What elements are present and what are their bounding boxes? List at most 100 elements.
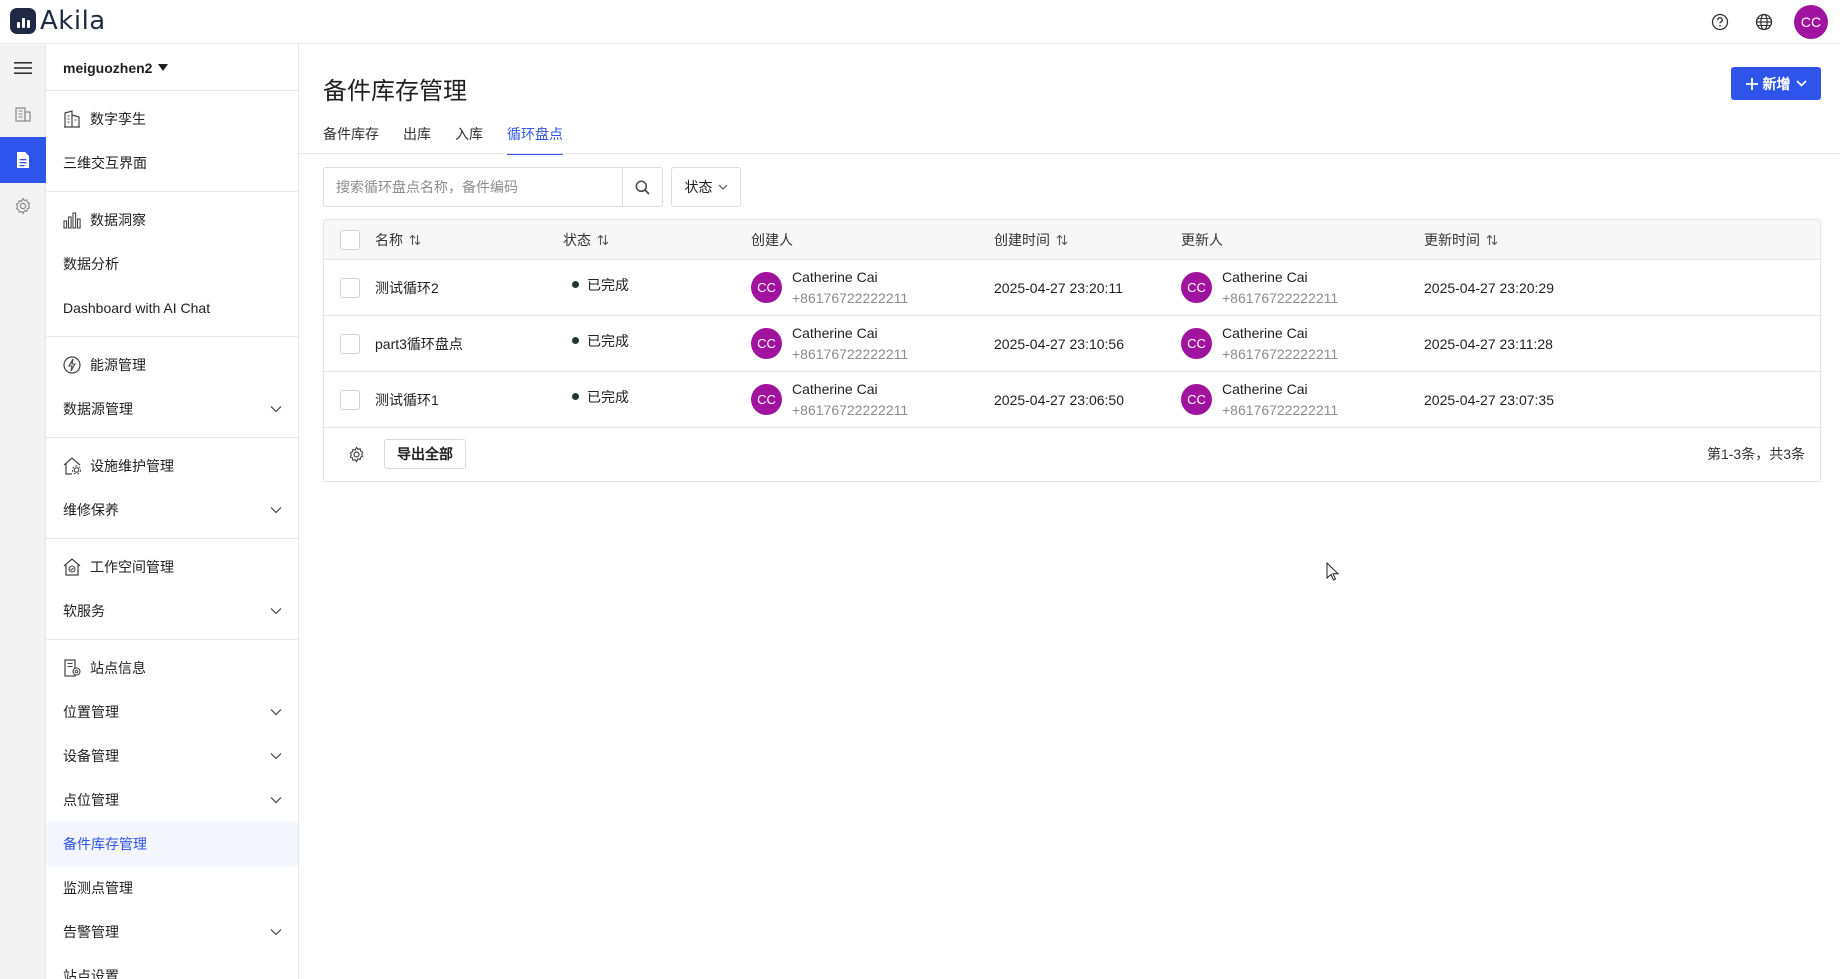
add-new-label: 新增 [1762,75,1791,92]
row-name[interactable]: part3循环盘点 [375,316,463,371]
nav-group-site-info: 站点信息 位置管理 设备管理 点位管理 备件库存管理 监测点管理 告警管理 站点… [46,640,298,979]
nav-group-facility: 设施维护管理 维修保养 [46,438,298,539]
sidebar-item-data-source[interactable]: 数据源管理 [46,387,298,431]
row-updater: CC Catherine Cai +86176722222211 [1181,316,1338,371]
column-label: 创建人 [751,231,793,248]
search-button[interactable] [622,168,662,206]
icon-rail [0,45,46,979]
chevron-down-icon [270,406,282,413]
page-title: 备件库存管理 [323,78,467,105]
table-header: 名称 状态 创建人 创建时间 更新人 更新时间 [324,220,1820,260]
nav-group-data-insight: 数据洞察 数据分析 Dashboard with AI Chat [46,192,298,337]
group-head-label: 能源管理 [90,357,146,373]
sort-icon [409,234,421,245]
column-label: 更新时间 [1424,231,1480,248]
table-row[interactable]: 测试循环1 已完成 CC Catherine Cai +86176722222211… [324,372,1820,428]
group-head-digital-twin[interactable]: 数字孪生 [46,97,298,141]
add-new-button[interactable]: 新增 [1731,67,1821,100]
group-head-facility[interactable]: 设施维护管理 [46,444,298,488]
group-head-workspace[interactable]: 工作空间管理 [46,545,298,589]
column-label: 更新人 [1181,231,1223,248]
status-text: 已完成 [587,388,629,405]
group-head-label: 数字孪生 [90,111,146,127]
status-filter-dropdown[interactable]: 状态 [671,167,741,207]
column-created-time[interactable]: 创建时间 [994,220,1068,259]
user-avatar[interactable]: CC [1794,5,1828,39]
nav-group-energy: 能源管理 数据源管理 [46,337,298,438]
sidebar-item-dashboard-ai-chat[interactable]: Dashboard with AI Chat [46,286,298,330]
group-head-energy[interactable]: 能源管理 [46,343,298,387]
chevron-down-icon [270,709,282,716]
row-creator: CC Catherine Cai +86176722222211 [751,260,908,315]
chevron-down-icon [270,507,282,514]
column-creator: 创建人 [751,220,793,259]
tab-spare-inventory[interactable]: 备件库存 [323,124,379,155]
table-row[interactable]: 测试循环2 已完成 CC Catherine Cai +86176722222211… [324,260,1820,316]
sidebar-item-3d-interface[interactable]: 三维交互界面 [46,141,298,185]
sidebar-item-maintenance[interactable]: 维修保养 [46,488,298,532]
status-dot [572,393,579,400]
chevron-down-icon [270,753,282,760]
column-status[interactable]: 状态 [563,220,609,259]
creator-name: Catherine Cai [792,324,878,341]
sidebar-item-location[interactable]: 位置管理 [46,690,298,734]
bar-chart-icon [63,212,81,229]
site-document-icon[interactable] [0,137,46,183]
row-name[interactable]: 测试循环2 [375,260,439,315]
tab-cycle-count[interactable]: 循环盘点 [507,124,563,155]
sidebar-item-spare-parts[interactable]: 备件库存管理 [46,822,298,866]
sidebar-item-monitoring[interactable]: 监测点管理 [46,866,298,910]
tab-outbound[interactable]: 出库 [403,124,431,155]
menu-toggle-icon[interactable] [0,45,46,91]
search-input[interactable] [324,168,622,206]
column-updater: 更新人 [1181,220,1223,259]
globe-icon[interactable] [1742,0,1786,44]
avatar: CC [751,272,782,303]
avatar: CC [751,328,782,359]
sidebar-item-label: 数据源管理 [63,401,133,417]
creator-name: Catherine Cai [792,268,878,285]
group-head-data-insight[interactable]: 数据洞察 [46,198,298,242]
tab-inbound[interactable]: 入库 [455,124,483,155]
sidebar-item-alarms[interactable]: 告警管理 [46,910,298,954]
group-head-label: 数据洞察 [90,212,146,228]
row-checkbox[interactable] [340,333,360,354]
creator-phone: +86176722222211 [792,345,909,362]
select-all-checkbox[interactable] [340,229,360,250]
status-text: 已完成 [587,276,629,293]
group-head-site-info[interactable]: 站点信息 [46,646,298,690]
row-updater: CC Catherine Cai +86176722222211 [1181,260,1338,315]
sidebar-item-data-analysis[interactable]: 数据分析 [46,242,298,286]
sidebar-item-label: 数据分析 [63,256,119,272]
group-head-label: 站点信息 [90,660,146,676]
logo[interactable]: Akila [10,6,106,36]
sidebar-item-site-settings[interactable]: 站点设置 [46,954,298,979]
help-icon[interactable] [1698,0,1742,44]
column-name[interactable]: 名称 [375,220,421,259]
settings-gear-icon[interactable] [0,183,46,229]
status-filter-label: 状态 [684,179,713,195]
row-updated-time: 2025-04-27 23:11:28 [1424,335,1553,352]
main-content: 备件库存管理 新增 备件库存 出库 入库 循环盘点 状态 名称 状态 创建人 创… [299,45,1840,979]
updater-phone: +86176722222211 [1222,401,1339,418]
project-name: meiguozhen2 [63,59,153,76]
table-row[interactable]: part3循环盘点 已完成 CC Catherine Cai +8617672222… [324,316,1820,372]
sidebar-item-soft-service[interactable]: 软服务 [46,589,298,633]
row-name[interactable]: 测试循环1 [375,372,439,427]
row-checkbox[interactable] [340,389,360,410]
avatar: CC [1181,384,1212,415]
row-checkbox[interactable] [340,277,360,298]
column-label: 创建时间 [994,231,1050,248]
sidebar-item-label: 点位管理 [63,792,119,808]
portfolio-icon[interactable] [0,91,46,137]
tab-bar: 备件库存 出库 入库 循环盘点 [323,124,563,155]
pagination-summary: 第1-3条，共3条 [1706,446,1805,462]
sidebar: meiguozhen2 数字孪生 三维交互界面 数据洞察 数据分析 Dashbo… [46,45,299,979]
sidebar-item-equipment[interactable]: 设备管理 [46,734,298,778]
column-updated-time[interactable]: 更新时间 [1424,220,1498,259]
project-selector[interactable]: meiguozhen2 [46,45,298,91]
row-created-time: 2025-04-27 23:06:50 [994,391,1124,408]
sidebar-item-points[interactable]: 点位管理 [46,778,298,822]
column-settings-gear-icon[interactable] [344,442,368,466]
export-all-button[interactable]: 导出全部 [384,439,466,469]
